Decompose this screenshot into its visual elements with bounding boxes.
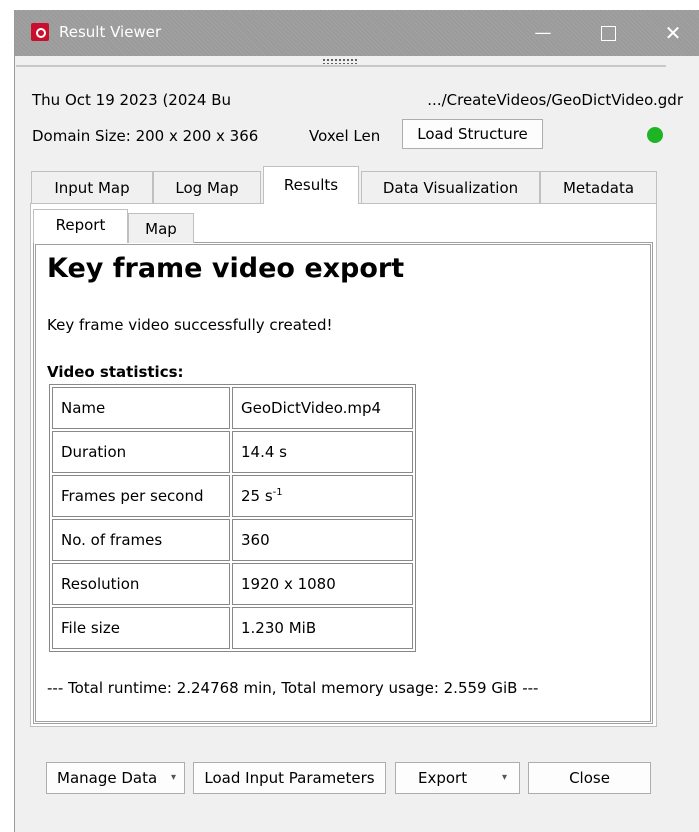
date-label: Thu Oct 19 2023 (2024 Bu (32, 91, 232, 109)
stats-heading: Video statistics: (47, 363, 184, 381)
table-row: Duration 14.4 s (52, 431, 413, 473)
table-row: Resolution 1920 x 1080 (52, 563, 413, 605)
file-path-label: .../CreateVideos/GeoDictVideo.gdr (427, 91, 683, 109)
table-row: Name GeoDictVideo.mp4 (52, 387, 413, 429)
stat-value-exponent: -1 (272, 487, 283, 498)
tab-results[interactable]: Results (263, 166, 359, 204)
manage-data-button[interactable]: Manage Data ▾ (46, 762, 185, 794)
maximize-button[interactable] (593, 19, 623, 47)
tab-data-visualization[interactable]: Data Visualization (361, 171, 540, 204)
close-button[interactable]: Close (528, 762, 651, 794)
stat-key: Duration (52, 431, 230, 473)
tab-log-map[interactable]: Log Map (153, 171, 261, 204)
stat-value: 25 s (241, 487, 273, 505)
report-panel: Key frame video export Key frame video s… (33, 242, 653, 724)
grip-dots-icon (322, 58, 358, 64)
splitter-line (16, 65, 666, 67)
window-title: Result Viewer (59, 23, 162, 41)
stat-key: Name (52, 387, 230, 429)
minimize-button[interactable]: — (528, 19, 558, 47)
stat-key: No. of frames (52, 519, 230, 561)
table-row: Frames per second 25 s-1 (52, 475, 413, 517)
app-logo-icon (31, 23, 49, 41)
table-row: File size 1.230 MiB (52, 607, 413, 649)
subtab-report[interactable]: Report (33, 209, 128, 243)
splitter-handle[interactable] (16, 58, 666, 70)
subtab-map[interactable]: Map (128, 213, 194, 243)
manage-data-label: Manage Data (57, 769, 158, 787)
success-message: Key frame video successfully created! (47, 316, 333, 334)
tab-metadata[interactable]: Metadata (540, 171, 657, 204)
report-title: Key frame video export (47, 253, 405, 284)
load-input-parameters-button[interactable]: Load Input Parameters (193, 762, 386, 794)
load-structure-button[interactable]: Load Structure (402, 119, 543, 149)
export-button[interactable]: Export ▾ (395, 762, 520, 794)
tab-input-map[interactable]: Input Map (31, 171, 153, 204)
stat-value: 360 (232, 519, 413, 561)
table-row: No. of frames 360 (52, 519, 413, 561)
status-indicator (647, 127, 663, 143)
stat-key: File size (52, 607, 230, 649)
stat-value-cell: 25 s-1 (232, 475, 413, 517)
stat-value: GeoDictVideo.mp4 (232, 387, 413, 429)
maximize-icon (600, 25, 616, 41)
voxel-length-label: Voxel Len (309, 127, 381, 145)
stat-key: Resolution (52, 563, 230, 605)
title-bar[interactable]: Result Viewer — ✕ (15, 10, 699, 56)
stat-value: 1.230 MiB (232, 607, 413, 649)
stat-value: 1920 x 1080 (232, 563, 413, 605)
chevron-down-icon: ▾ (501, 772, 507, 783)
chevron-down-icon: ▾ (170, 772, 176, 783)
stat-value: 14.4 s (232, 431, 413, 473)
stat-key: Frames per second (52, 475, 230, 517)
close-window-button[interactable]: ✕ (658, 19, 688, 47)
export-label: Export (418, 769, 468, 787)
video-statistics-table: Name GeoDictVideo.mp4 Duration 14.4 s Fr… (49, 384, 416, 652)
runtime-summary: --- Total runtime: 2.24768 min, Total me… (47, 679, 539, 697)
domain-size-label: Domain Size: 200 x 200 x 366 (32, 127, 259, 145)
